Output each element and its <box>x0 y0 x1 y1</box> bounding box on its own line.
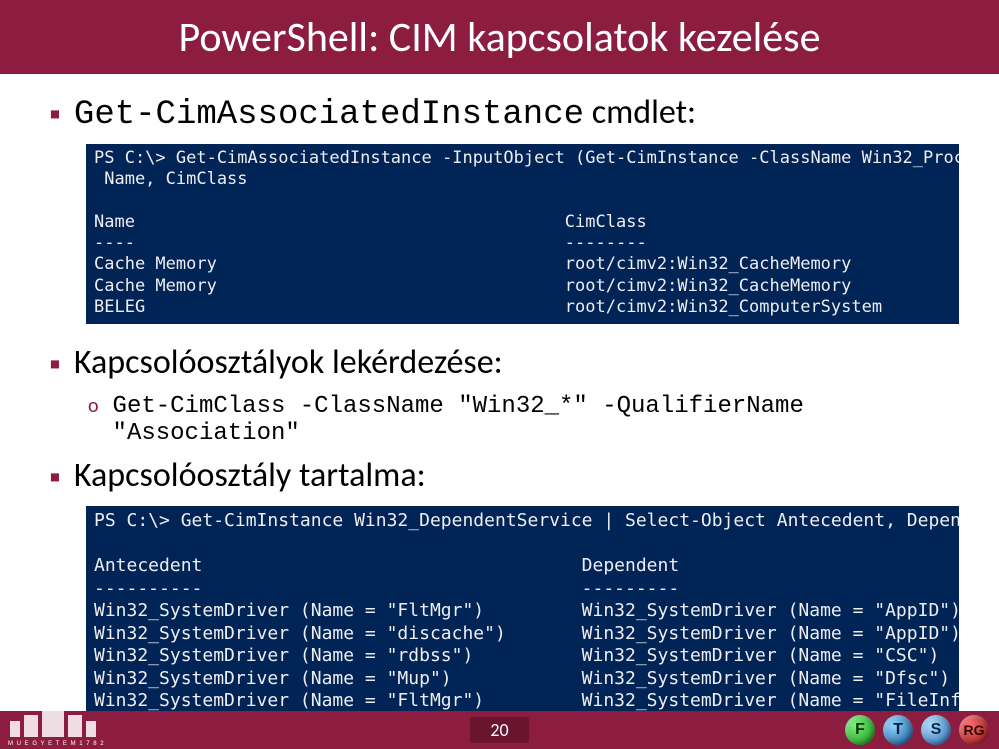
bullet-icon: ▪ <box>50 463 60 491</box>
sub-bullet-2-text: Get-CimClass -ClassName "Win32_*" -Quali… <box>113 393 959 447</box>
sub-bullet-2: o Get-CimClass -ClassName "Win32_*" -Qua… <box>88 393 959 447</box>
svg-text:M U E G Y E T E M 1 7 8 2: M U E G Y E T E M 1 7 8 2 <box>8 741 105 747</box>
footer-logo-left: M U E G Y E T E M 1 7 8 2 <box>6 701 136 747</box>
badge-s-icon: S <box>921 715 951 745</box>
cmdlet-name: Get-CimAssociatedInstance <box>74 96 584 134</box>
badge-f-icon: F <box>845 715 875 745</box>
cmdlet-suffix: cmdlet: <box>584 92 696 133</box>
sub-bullet-icon: o <box>88 394 99 418</box>
badge-r-icon: RG <box>959 715 989 745</box>
university-building-icon: M U E G Y E T E M 1 7 8 2 <box>6 701 136 747</box>
bullet-2: ▪ Kapcsolóosztályok lekérdezése: <box>50 342 959 383</box>
bullet-1: ▪ Get-CimAssociatedInstance cmdlet: <box>50 92 959 134</box>
slide-content: ▪ Get-CimAssociatedInstance cmdlet: PS C… <box>0 74 999 715</box>
bullet-icon: ▪ <box>50 350 60 378</box>
bullet-1-text: Get-CimAssociatedInstance cmdlet: <box>74 92 696 134</box>
slide-title: PowerShell: CIM kapcsolatok kezelése <box>179 12 821 63</box>
bullet-3: ▪ Kapcsolóosztály tartalma: <box>50 455 959 496</box>
badge-t-icon: T <box>883 715 913 745</box>
footer-badges: F T S RG <box>845 715 989 745</box>
bullet-icon: ▪ <box>50 100 60 128</box>
bullet-2-text: Kapcsolóosztályok lekérdezése: <box>74 342 503 383</box>
page-number: 20 <box>470 717 528 743</box>
bullet-3-text: Kapcsolóosztály tartalma: <box>74 455 426 496</box>
console-output-2: PS C:\> Get-CimInstance Win32_DependentS… <box>86 506 959 715</box>
title-bar: PowerShell: CIM kapcsolatok kezelése <box>0 0 999 74</box>
console-output-1: PS C:\> Get-CimAssociatedInstance -Input… <box>86 144 959 324</box>
